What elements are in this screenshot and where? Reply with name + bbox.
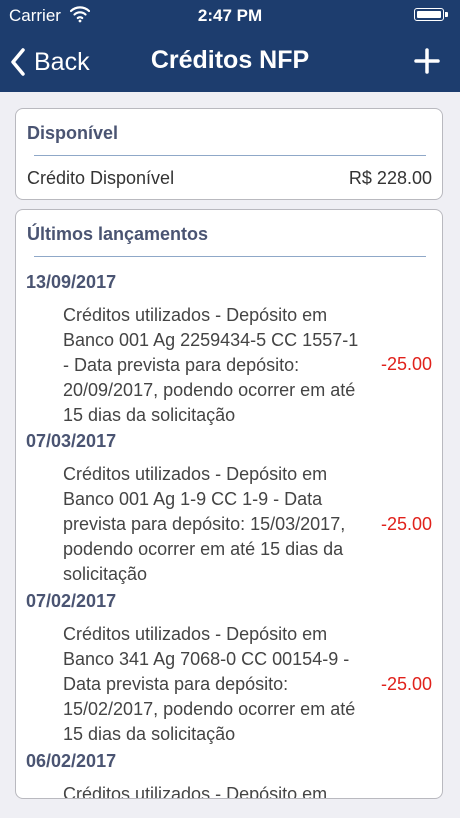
status-bar: Carrier 2:47 PM — [0, 0, 460, 32]
entry-amount: -25.00 — [380, 354, 432, 374]
plus-icon[interactable] — [412, 46, 442, 76]
entry-description: Créditos utilizados - Depósito em Banco … — [63, 624, 356, 744]
page-title: Créditos NFP — [150, 46, 310, 74]
entry-description: Créditos utilizados - Depósito em Banco … — [63, 464, 346, 584]
available-credit-label: Crédito Disponível — [27, 168, 175, 188]
history-section-title: Últimos lançamentos — [27, 224, 209, 244]
entry-date: 13/09/2017 — [26, 272, 117, 292]
entry-description: Créditos utilizados - Depósito em — [63, 784, 328, 799]
entry-description: Créditos utilizados - Depósito em Banco … — [63, 305, 359, 425]
navigation-bar: Back Créditos NFP — [0, 32, 460, 92]
available-section-title: Disponível — [27, 123, 119, 143]
clock: 2:47 PM — [197, 6, 263, 25]
available-credit-value: R$ 228.00 — [348, 168, 432, 188]
entry-date: 06/02/2017 — [26, 751, 117, 771]
history-list[interactable]: 13/09/2017 Créditos utilizados - Depósit… — [16, 266, 442, 798]
entry-amount: -25.00 — [380, 674, 432, 694]
divider — [34, 155, 426, 156]
entry-date: 07/02/2017 — [26, 591, 117, 611]
available-credit-card: Disponível Crédito Disponível R$ 228.00 — [15, 108, 443, 200]
battery-icon — [414, 8, 448, 21]
history-card[interactable]: Últimos lançamentos 13/09/2017 Créditos … — [15, 209, 443, 799]
divider — [34, 256, 426, 257]
entry-date: 07/03/2017 — [26, 431, 117, 451]
entry-amount: -25.00 — [380, 514, 432, 534]
